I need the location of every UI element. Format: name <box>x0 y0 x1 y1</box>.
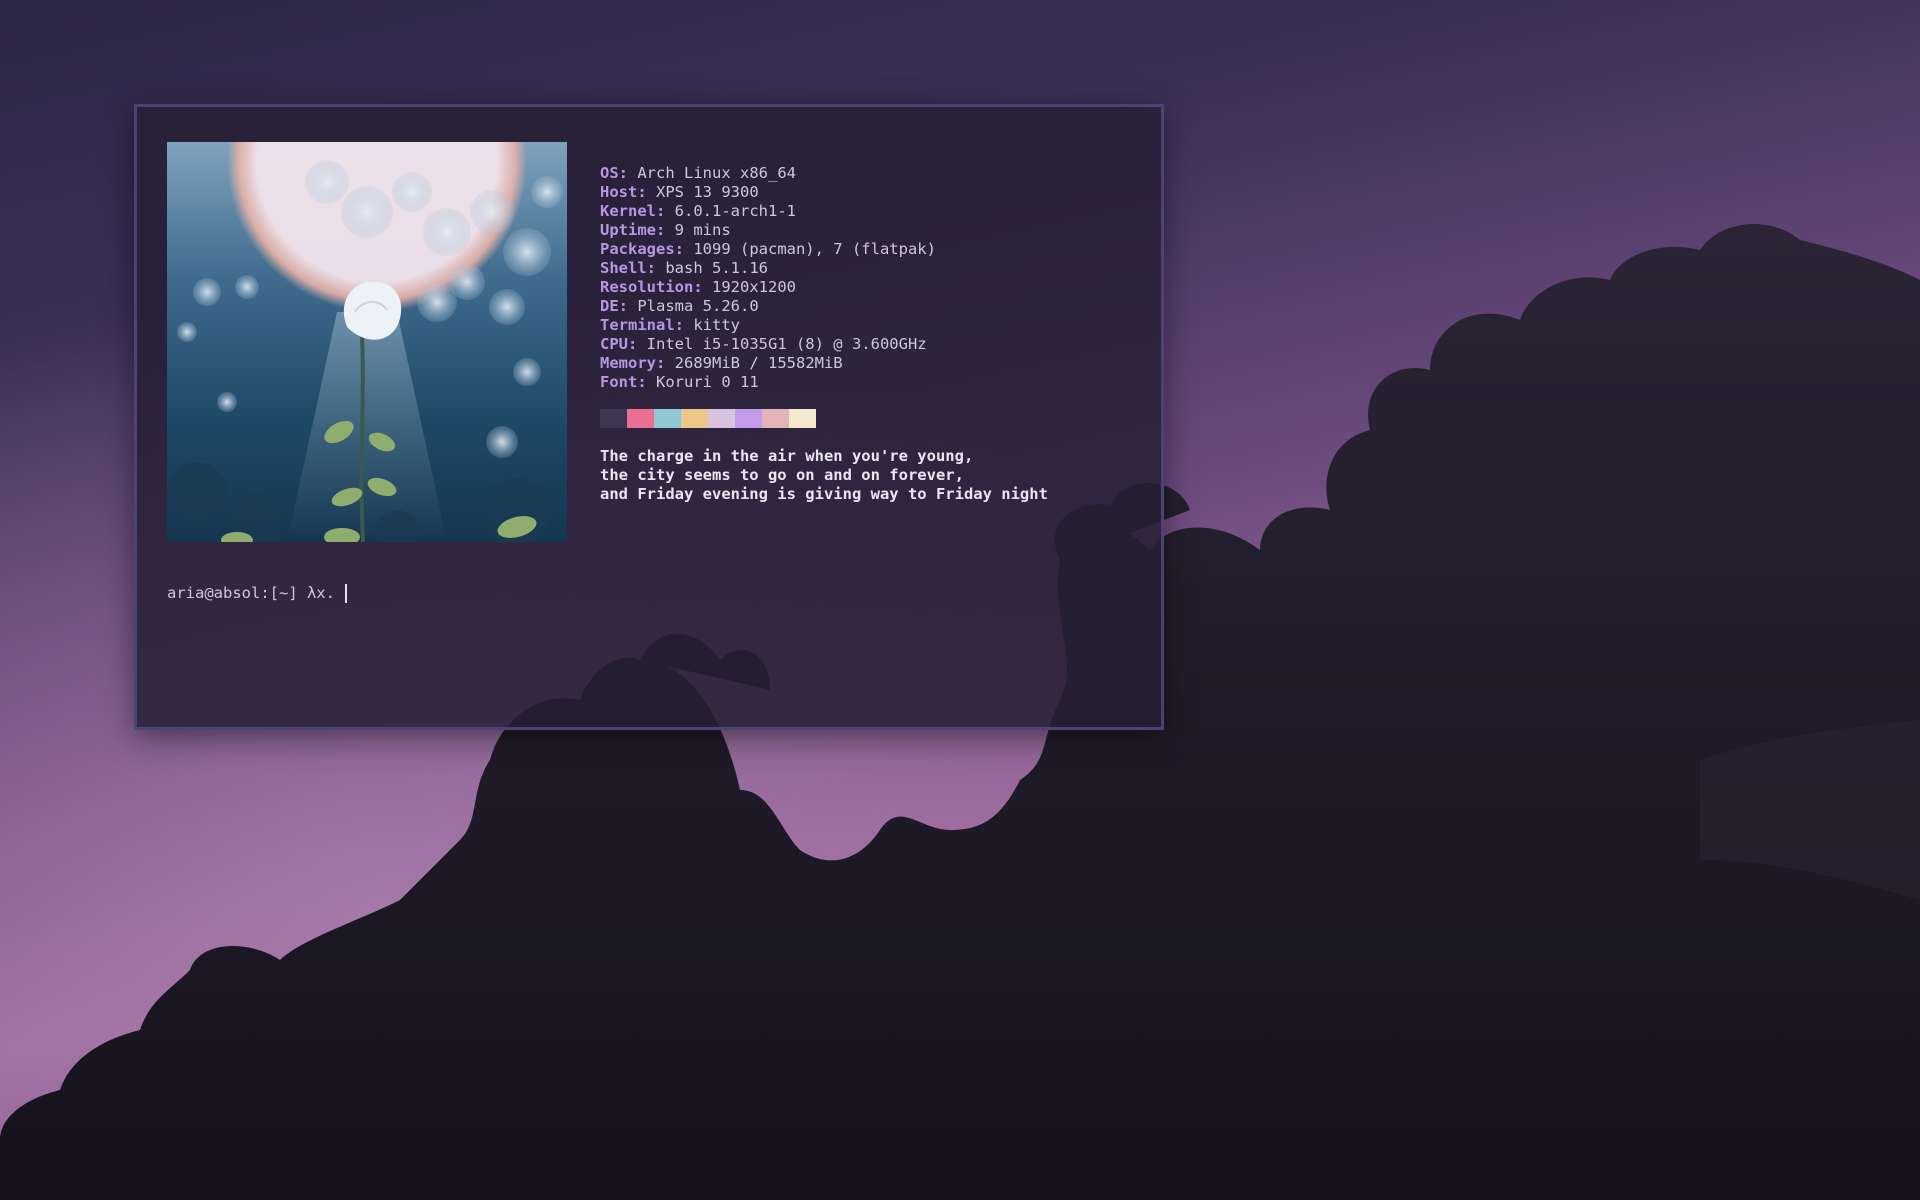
palette-swatch <box>681 409 708 428</box>
quote-line: and Friday evening is giving way to Frid… <box>600 485 1048 503</box>
quote-text: The charge in the air when you're young,… <box>600 447 1048 504</box>
fetch-image-rose <box>167 142 567 542</box>
info-font: Font: Koruri 0 11 <box>600 373 759 391</box>
palette-swatch <box>600 409 627 428</box>
info-packages: Packages: 1099 (pacman), 7 (flatpak) <box>600 240 936 258</box>
info-terminal: Terminal: kitty <box>600 316 740 334</box>
prompt-text: aria@absol:[~] λx. <box>167 584 335 602</box>
info-host: Host: XPS 13 9300 <box>600 183 759 201</box>
info-os: OS: Arch Linux x86_64 <box>600 164 796 182</box>
system-info: OS: Arch Linux x86_64 Host: XPS 13 9300 … <box>600 164 1160 392</box>
info-shell: Shell: bash 5.1.16 <box>600 259 768 277</box>
info-de: DE: Plasma 5.26.0 <box>600 297 759 315</box>
palette-swatch <box>627 409 654 428</box>
palette-swatch <box>735 409 762 428</box>
palette-swatch <box>654 409 681 428</box>
terminal-window[interactable]: OS: Arch Linux x86_64 Host: XPS 13 9300 … <box>134 104 1164 730</box>
palette-swatch <box>789 409 816 428</box>
info-memory: Memory: 2689MiB / 15582MiB <box>600 354 843 372</box>
quote-line: the city seems to go on and on forever, <box>600 466 964 484</box>
info-resolution: Resolution: 1920x1200 <box>600 278 796 296</box>
info-uptime: Uptime: 9 mins <box>600 221 731 239</box>
palette-swatch <box>762 409 789 428</box>
info-cpu: CPU: Intel i5-1035G1 (8) @ 3.600GHz <box>600 335 927 353</box>
quote-line: The charge in the air when you're young, <box>600 447 974 465</box>
shell-prompt[interactable]: aria@absol:[~] λx. <box>167 583 347 603</box>
color-palette <box>600 409 816 428</box>
info-kernel: Kernel: 6.0.1-arch1-1 <box>600 202 796 220</box>
text-cursor <box>344 583 347 603</box>
palette-swatch <box>708 409 735 428</box>
terminal-content: OS: Arch Linux x86_64 Host: XPS 13 9300 … <box>167 142 1131 697</box>
